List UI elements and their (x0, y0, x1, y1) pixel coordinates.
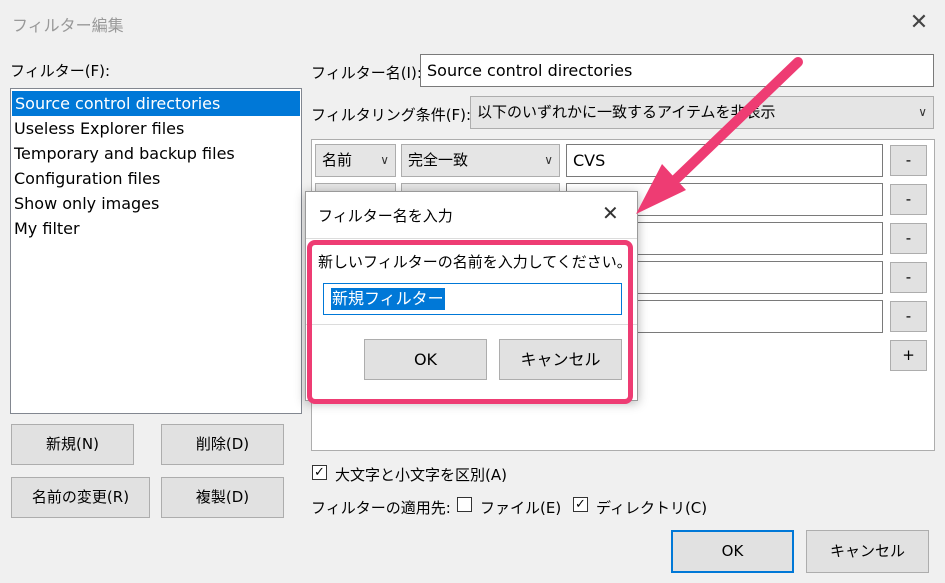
annotation-arrow-icon (636, 57, 803, 214)
